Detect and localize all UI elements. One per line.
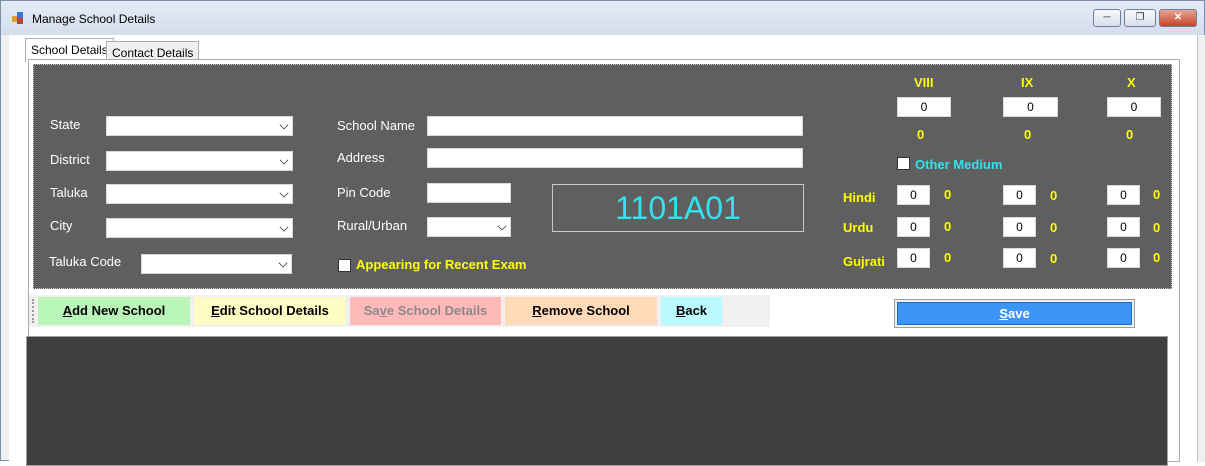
- hindi-ix-input[interactable]: 0: [1003, 185, 1036, 205]
- other-medium-label: Other Medium: [915, 157, 1003, 172]
- urdu-x-input[interactable]: 0: [1107, 217, 1140, 237]
- add-label: dd New School: [72, 303, 166, 318]
- chevron-down-icon: [279, 222, 289, 232]
- title-bar: Manage School Details ─ ❐ ✕: [1, 1, 1204, 35]
- grade-header-viii: VIII: [914, 75, 934, 90]
- school-data-grid[interactable]: [26, 336, 1168, 466]
- chevron-down-icon: [279, 155, 289, 165]
- edit-mnemonic: E: [211, 303, 220, 318]
- remove-school-button[interactable]: Remove School: [505, 297, 657, 325]
- edit-school-details-button[interactable]: Edit School Details: [194, 297, 346, 325]
- urdu-ix-value: 0: [1050, 220, 1058, 235]
- grade-viii-input[interactable]: 0: [897, 97, 951, 117]
- chevron-down-icon: [279, 120, 289, 130]
- urdu-x-value: 0: [1153, 220, 1161, 235]
- add-mnemonic: A: [62, 303, 73, 318]
- pin-code-input[interactable]: [427, 183, 511, 203]
- app-icon: [12, 12, 24, 24]
- medium-urdu-label: Urdu: [843, 220, 874, 235]
- window-client-area: School Details Contact Details State Dis…: [9, 35, 1197, 466]
- chevron-down-icon: [497, 221, 507, 231]
- save-details-label-post: e School Details: [386, 303, 488, 318]
- action-toolbar: Add New School Edit School Details Save …: [29, 295, 770, 327]
- urdu-ix-input[interactable]: 0: [1003, 217, 1036, 237]
- city-label: City: [50, 218, 73, 233]
- hindi-viii-input[interactable]: 0: [897, 185, 930, 205]
- grade-x-total: 0: [1126, 127, 1134, 142]
- remove-mnemonic: R: [532, 303, 542, 318]
- taluka-code-dropdown[interactable]: [141, 254, 292, 274]
- school-name-input[interactable]: [427, 116, 803, 136]
- pin-code-label: Pin Code: [337, 185, 391, 200]
- close-button[interactable]: ✕: [1159, 9, 1197, 27]
- state-label: State: [50, 117, 81, 132]
- window-title: Manage School Details: [32, 12, 156, 26]
- right-edge-area: [1197, 35, 1205, 462]
- save-details-mnemonic: v: [379, 303, 387, 318]
- rural-urban-label: Rural/Urban: [337, 218, 408, 233]
- district-dropdown[interactable]: [106, 151, 293, 171]
- school-code-display: 1101A01: [552, 184, 804, 232]
- gujrati-x-value: 0: [1153, 250, 1161, 265]
- hindi-x-input[interactable]: 0: [1107, 185, 1140, 205]
- school-details-panel: State District Taluka City Taluka Code S…: [33, 64, 1172, 289]
- back-button[interactable]: Back: [661, 297, 722, 325]
- taluka-dropdown[interactable]: [106, 184, 293, 204]
- toolbar-grip[interactable]: [32, 299, 34, 323]
- school-name-label: School Name: [337, 118, 416, 133]
- save-mnemonic: S: [999, 306, 1008, 321]
- grade-ix-total: 0: [1024, 127, 1032, 142]
- restore-icon: ❐: [1135, 12, 1145, 23]
- grade-viii-total: 0: [917, 127, 925, 142]
- minimize-icon: ─: [1103, 12, 1111, 23]
- edit-label: dit School Details: [219, 303, 329, 318]
- gujrati-ix-value: 0: [1050, 251, 1058, 266]
- state-dropdown[interactable]: [106, 116, 293, 136]
- urdu-viii-value: 0: [944, 219, 952, 234]
- hindi-viii-value: 0: [944, 187, 952, 202]
- district-label: District: [50, 152, 90, 167]
- grade-header-ix: IX: [1021, 75, 1034, 90]
- save-button[interactable]: Save: [894, 299, 1135, 328]
- address-input[interactable]: [427, 148, 803, 168]
- chevron-down-icon: [279, 188, 289, 198]
- gujrati-viii-input[interactable]: 0: [897, 248, 930, 268]
- save-details-label-pre: Sa: [363, 303, 380, 318]
- medium-gujrati-label: Gujrati: [843, 254, 885, 269]
- remove-label: emove School: [541, 303, 630, 318]
- add-new-school-button[interactable]: Add New School: [38, 297, 190, 325]
- back-mnemonic: B: [675, 303, 686, 318]
- gujrati-ix-input[interactable]: 0: [1003, 248, 1036, 268]
- chevron-down-icon: [278, 258, 288, 268]
- save-button-face: Save: [897, 302, 1132, 325]
- city-dropdown[interactable]: [106, 218, 293, 238]
- urdu-viii-input[interactable]: 0: [897, 217, 930, 237]
- grade-x-input[interactable]: 0: [1107, 97, 1161, 117]
- grade-ix-input[interactable]: 0: [1003, 97, 1058, 117]
- other-medium-checkbox[interactable]: [897, 157, 910, 170]
- school-details-page: State District Taluka City Taluka Code S…: [26, 59, 1180, 466]
- appearing-recent-exam-checkbox[interactable]: [338, 259, 351, 272]
- save-school-details-button[interactable]: Save School Details: [350, 297, 501, 325]
- medium-hindi-label: Hindi: [843, 190, 876, 205]
- address-label: Address: [337, 150, 385, 165]
- gujrati-x-input[interactable]: 0: [1107, 248, 1140, 268]
- back-label: ack: [685, 303, 708, 318]
- taluka-label: Taluka: [50, 185, 88, 200]
- restore-button[interactable]: ❐: [1124, 9, 1156, 27]
- taluka-code-label: Taluka Code: [49, 254, 122, 269]
- save-label: ave: [1007, 306, 1030, 321]
- grade-header-x: X: [1127, 75, 1136, 90]
- hindi-ix-value: 0: [1050, 188, 1058, 203]
- gujrati-viii-value: 0: [944, 250, 952, 265]
- minimize-button[interactable]: ─: [1093, 9, 1121, 27]
- appearing-recent-exam-label: Appearing for Recent Exam: [356, 257, 527, 272]
- main-window: Manage School Details ─ ❐ ✕ School Detai…: [0, 0, 1205, 466]
- close-icon: ✕: [1173, 12, 1183, 23]
- tab-label: Contact Details: [112, 46, 194, 60]
- tab-label: School Details: [31, 43, 108, 57]
- rural-urban-dropdown[interactable]: [427, 217, 511, 237]
- hindi-x-value: 0: [1153, 187, 1161, 202]
